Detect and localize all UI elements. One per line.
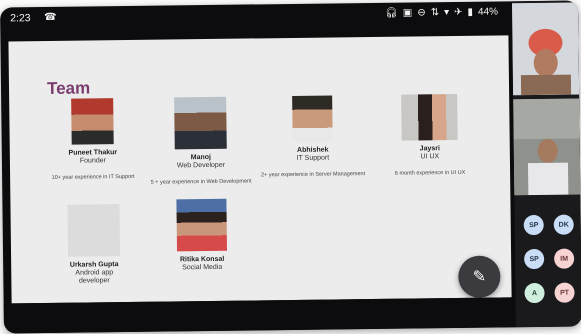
member-role: IT Support xyxy=(296,154,330,162)
member-role: Founder xyxy=(79,157,106,165)
data-icon: ⇅ xyxy=(430,7,440,19)
member-photo-placeholder xyxy=(67,204,121,257)
member-name: Puneet Thakur xyxy=(68,149,118,157)
participant-avatar[interactable]: DK xyxy=(551,214,577,243)
slide-title: Team xyxy=(46,78,91,98)
member-name: Urkarsh Gupta xyxy=(69,261,119,269)
member-name: Manoj xyxy=(190,153,212,162)
battery-icon: ▮ xyxy=(467,6,474,18)
battery-percent: 44% xyxy=(477,6,499,18)
member-role: Web Developer xyxy=(176,161,226,170)
avatar: SP xyxy=(523,214,544,236)
member-name: Ritika Konsal xyxy=(179,255,225,264)
tablet-frame: 2:23 ☎ 🎧︎ ▣ ⊖ ⇅ ▾ ✈ ▮ 44% Team Puneet Th… xyxy=(0,0,581,334)
member-name: Abhishek xyxy=(296,146,329,154)
participant-avatar[interactable]: A xyxy=(521,282,547,311)
member-experience: 10+ year experience in IT Support xyxy=(51,174,135,182)
member-photo xyxy=(292,95,333,142)
team-member-card: Ritika Konsal Social Media xyxy=(146,198,257,273)
participant-video-tile[interactable] xyxy=(512,2,580,96)
member-experience: 2+ year experience in Server Management xyxy=(261,171,366,179)
headphones-icon: 🎧︎ xyxy=(385,7,398,19)
video-feed xyxy=(513,98,581,196)
avatar: PT xyxy=(554,282,575,303)
shared-slide: Team Puneet Thakur Founder 10+ year expe… xyxy=(8,35,512,304)
member-photo xyxy=(174,96,227,150)
participant-avatar[interactable]: SP xyxy=(521,248,547,277)
avatar: DK xyxy=(553,214,574,235)
member-photo xyxy=(401,93,458,141)
dnd-icon: ⊖ xyxy=(417,7,426,19)
participant-video-tile[interactable] xyxy=(513,98,581,196)
avatar: A xyxy=(524,282,545,304)
video-feed xyxy=(512,2,580,96)
participants-panel: SP DK SP IM A PT xyxy=(511,0,581,328)
participant-grid: SP DK SP IM A PT xyxy=(519,214,579,304)
member-photo xyxy=(71,98,114,145)
participant-avatar[interactable]: SP xyxy=(521,214,547,243)
wifi-icon: ▾ xyxy=(443,7,450,19)
pen-icon: ✎ xyxy=(472,268,487,286)
team-member-card: Abhishek IT Support 2+ year experience i… xyxy=(257,95,368,180)
member-role: Social Media xyxy=(182,263,223,272)
member-photo xyxy=(176,198,228,252)
phone-call-icon: ☎ xyxy=(44,11,57,24)
member-experience: 6 month experience in UI UX xyxy=(394,170,466,178)
member-role: Android app developer xyxy=(75,269,114,285)
member-name: Jaysri xyxy=(419,145,440,153)
participant-avatar[interactable]: PT xyxy=(551,282,577,311)
team-member-card: Puneet Thakur Founder 10+ year experienc… xyxy=(37,98,148,183)
nfc-icon: ▣ xyxy=(402,7,413,19)
bottom-bar xyxy=(3,297,516,334)
team-member-card: Jaysri UI UX 6 month experience in UI UX xyxy=(369,93,490,179)
team-member-card: Manoj Web Developer 5 + year experience … xyxy=(145,96,256,187)
avatar: SP xyxy=(524,248,545,270)
participant-avatar[interactable]: IM xyxy=(551,248,577,277)
airplane-icon: ✈ xyxy=(454,6,463,18)
member-role: UI UX xyxy=(420,153,440,161)
status-time: 2:23 xyxy=(10,12,31,25)
status-icons: 🎧︎ ▣ ⊖ ⇅ ▾ ✈ ▮ 44% xyxy=(385,6,498,18)
team-member-card: Urkarsh Gupta Android app developer xyxy=(38,204,149,287)
avatar: IM xyxy=(554,248,575,269)
status-bar: 2:23 ☎ 🎧︎ ▣ ⊖ ⇅ ▾ ✈ ▮ 44% xyxy=(0,1,510,29)
member-experience: 5 + year experience in Web Development xyxy=(150,178,252,187)
